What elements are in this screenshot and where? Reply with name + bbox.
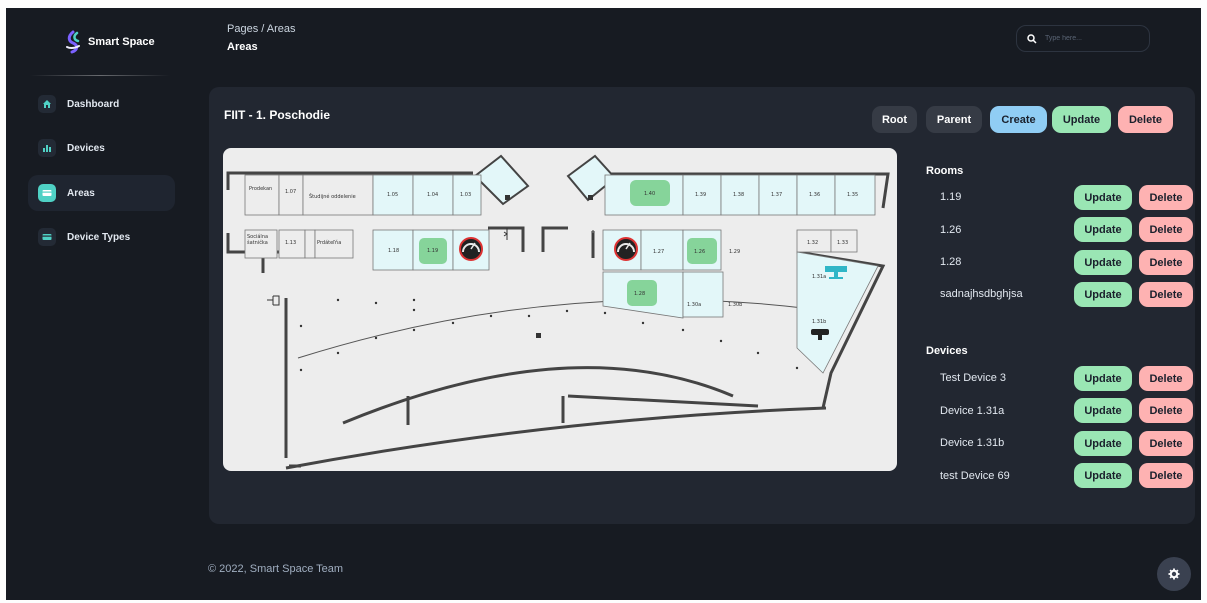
sidebar-item-label: Dashboard xyxy=(67,98,120,110)
room-delete-button[interactable]: Delete xyxy=(1139,250,1193,275)
svg-text:Študijné oddelenie: Študijné oddelenie xyxy=(309,193,356,200)
breadcrumb: Pages / Areas xyxy=(227,23,296,35)
create-button[interactable]: Create xyxy=(990,106,1047,133)
room-delete-button[interactable]: Delete xyxy=(1139,282,1193,307)
svg-text:1.19: 1.19 xyxy=(427,248,438,254)
svg-text:1.27: 1.27 xyxy=(653,249,664,255)
device-delete-button[interactable]: Delete xyxy=(1139,463,1193,488)
svg-text:1.37: 1.37 xyxy=(771,192,782,198)
room-update-button[interactable]: Update xyxy=(1074,250,1132,275)
svg-text:1.40: 1.40 xyxy=(644,191,655,197)
device-name: Test Device 3 xyxy=(940,372,1007,384)
room-name: sadnajhsdbghjsa xyxy=(940,288,1023,300)
card-icon xyxy=(38,184,56,202)
search-box[interactable] xyxy=(1016,25,1150,52)
search-icon xyxy=(1027,33,1037,44)
gear-icon xyxy=(1168,568,1180,580)
device-delete-button[interactable]: Delete xyxy=(1139,366,1193,391)
svg-text:Sociálna: Sociálna xyxy=(247,233,268,240)
svg-text:1.03: 1.03 xyxy=(460,192,471,198)
room-delete-button[interactable]: Delete xyxy=(1139,217,1193,242)
area-card: FIIT - 1. Poschodie Root Parent Create U… xyxy=(209,87,1195,524)
devices-title: Devices xyxy=(926,345,968,357)
delete-button[interactable]: Delete xyxy=(1118,106,1173,133)
device-delete-button[interactable]: Delete xyxy=(1139,431,1193,456)
svg-text:Prodekan: Prodekan xyxy=(249,186,272,192)
room-name: 1.19 xyxy=(940,191,962,203)
settings-button[interactable] xyxy=(1157,557,1191,591)
room-name: 1.26 xyxy=(940,224,962,236)
device-update-button[interactable]: Update xyxy=(1074,398,1132,423)
sidebar-item-label: Devices xyxy=(67,142,105,154)
bar-chart-icon xyxy=(38,139,56,157)
svg-text:1.05: 1.05 xyxy=(387,192,398,198)
sidebar-item-areas[interactable]: Areas xyxy=(28,175,175,211)
sidebar-item-dashboard[interactable]: Dashboard xyxy=(28,86,175,122)
update-button[interactable]: Update xyxy=(1052,106,1111,133)
parent-button[interactable]: Parent xyxy=(926,106,982,133)
svg-text:1.32: 1.32 xyxy=(807,240,818,246)
svg-text:1.30a: 1.30a xyxy=(687,302,701,308)
device-name: Device 1.31a xyxy=(940,405,1005,417)
home-icon xyxy=(38,95,56,113)
device-update-button[interactable]: Update xyxy=(1074,431,1132,456)
floor-plan-drawing: Prodekan 1.07 Študijné oddelenie 1.05 1.… xyxy=(226,154,890,470)
svg-text:1.35: 1.35 xyxy=(847,192,858,198)
svg-text:1.13: 1.13 xyxy=(285,240,296,246)
room-delete-button[interactable]: Delete xyxy=(1139,185,1193,210)
device-name: test Device 69 xyxy=(940,470,1010,482)
svg-text:1.36: 1.36 xyxy=(809,192,820,198)
svg-text:1.30b: 1.30b xyxy=(728,302,742,308)
svg-text:1.18: 1.18 xyxy=(388,248,399,254)
footer-copyright: © 2022, Smart Space Team xyxy=(208,563,344,575)
svg-text:1.31a: 1.31a xyxy=(812,274,826,280)
svg-text:Prdáteľňa: Prdáteľňa xyxy=(317,239,341,246)
page-title: Areas xyxy=(227,41,258,53)
device-update-button[interactable]: Update xyxy=(1074,463,1132,488)
svg-text:1.31b: 1.31b xyxy=(812,319,826,325)
sidebar-item-devices[interactable]: Devices xyxy=(28,130,175,166)
brand-name: Smart Space xyxy=(88,36,155,48)
room-name: 1.28 xyxy=(940,256,962,268)
brand[interactable]: Smart Space xyxy=(64,30,155,54)
svg-text:1.38: 1.38 xyxy=(733,192,744,198)
room-update-button[interactable]: Update xyxy=(1074,282,1132,307)
svg-text:1.28: 1.28 xyxy=(634,291,645,297)
svg-text:1.33: 1.33 xyxy=(837,240,848,246)
search-input[interactable] xyxy=(1045,35,1145,42)
svg-text:1.39: 1.39 xyxy=(695,192,706,198)
svg-text:1.04: 1.04 xyxy=(427,192,438,198)
device-name: Device 1.31b xyxy=(940,437,1005,449)
card-icon xyxy=(38,228,56,246)
device-delete-button[interactable]: Delete xyxy=(1139,398,1193,423)
sidebar-item-device-types[interactable]: Device Types xyxy=(28,219,175,255)
floor-plan-map[interactable]: Prodekan 1.07 Študijné oddelenie 1.05 1.… xyxy=(223,148,897,471)
app-frame: Smart Space Dashboard Devices Areas Devi… xyxy=(6,8,1201,600)
room-update-button[interactable]: Update xyxy=(1074,217,1132,242)
sidebar: Smart Space Dashboard Devices Areas Devi… xyxy=(6,8,182,600)
device-update-button[interactable]: Update xyxy=(1074,366,1132,391)
area-title: FIIT - 1. Poschodie xyxy=(224,108,331,122)
room-update-button[interactable]: Update xyxy=(1074,185,1132,210)
svg-text:šatnička: šatnička xyxy=(247,239,268,246)
svg-text:1.29: 1.29 xyxy=(729,249,740,255)
logo-icon xyxy=(66,30,80,54)
svg-text:1.07: 1.07 xyxy=(285,189,296,195)
root-button[interactable]: Root xyxy=(872,106,917,133)
rooms-title: Rooms xyxy=(926,165,964,177)
sidebar-item-label: Areas xyxy=(67,187,95,199)
sidebar-divider xyxy=(30,75,170,76)
sidebar-item-label: Device Types xyxy=(67,231,131,243)
svg-text:1.26: 1.26 xyxy=(694,249,705,255)
